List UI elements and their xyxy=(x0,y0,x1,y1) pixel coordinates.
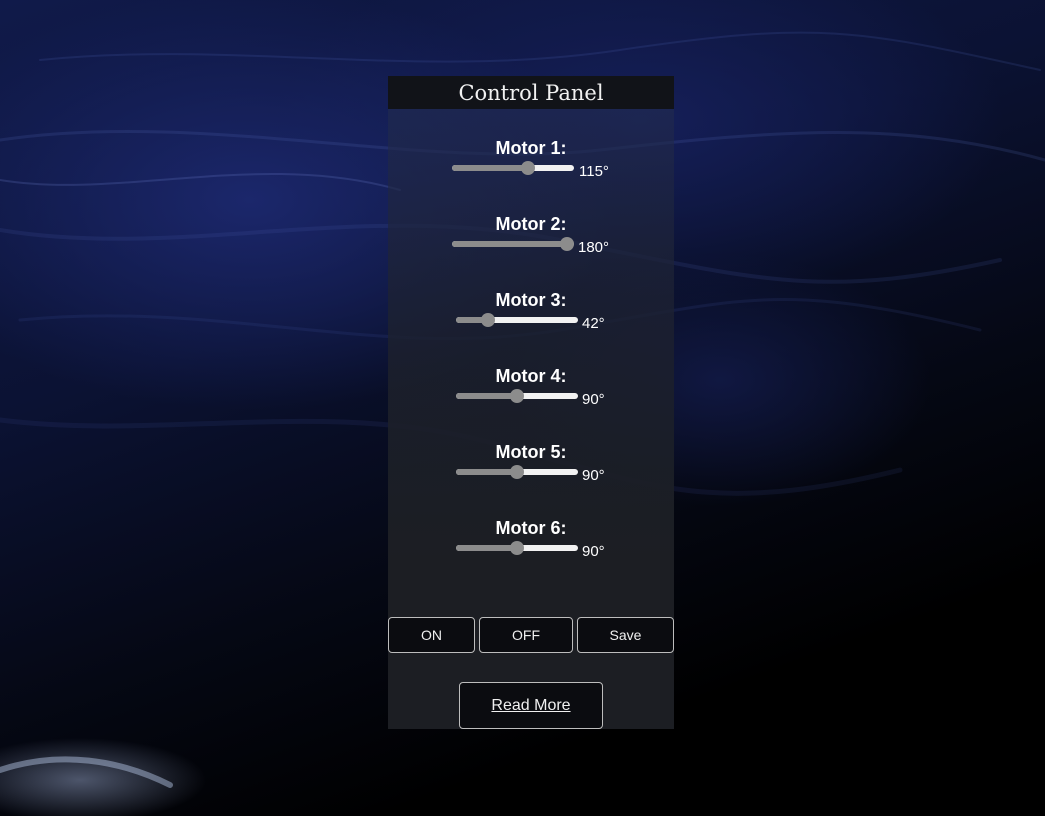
slider-thumb[interactable] xyxy=(510,465,524,479)
motor-value: 90° xyxy=(582,543,605,560)
slider-thumb[interactable] xyxy=(560,237,574,251)
slider-fill xyxy=(456,393,517,399)
panel-header: Control Panel xyxy=(388,76,674,109)
motor-slider[interactable] xyxy=(456,389,578,403)
slider-fill xyxy=(452,241,567,247)
motor-control-2: Motor 2: 180° xyxy=(388,214,674,274)
save-button[interactable]: Save xyxy=(577,617,674,653)
motor-value: 180° xyxy=(578,239,610,256)
on-button[interactable]: ON xyxy=(388,617,475,653)
control-panel: Control Panel Motor 1: 115° Motor 2: 180… xyxy=(388,76,674,729)
panel-title: Control Panel xyxy=(458,80,604,105)
motor-label: Motor 2: xyxy=(495,214,567,234)
motor-label: Motor 5: xyxy=(495,442,567,462)
motor-control-5: Motor 5: 90° xyxy=(388,442,674,502)
motor-slider[interactable] xyxy=(456,465,578,479)
motor-value: 115° xyxy=(579,163,609,180)
motor-control-4: Motor 4: 90° xyxy=(388,366,674,426)
motor-control-1: Motor 1: 115° xyxy=(388,138,674,198)
motor-value: 90° xyxy=(582,467,605,484)
slider-fill xyxy=(456,469,517,475)
slider-thumb[interactable] xyxy=(521,161,535,175)
motor-label: Motor 4: xyxy=(495,366,567,386)
slider-thumb[interactable] xyxy=(481,313,496,327)
slider-thumb[interactable] xyxy=(510,541,524,555)
motor-slider[interactable] xyxy=(456,541,578,555)
motor-label: Motor 6: xyxy=(495,518,567,538)
motor-slider[interactable] xyxy=(456,313,578,327)
motor-slider[interactable] xyxy=(452,237,574,251)
motor-control-6: Motor 6: 90° xyxy=(388,518,674,578)
slider-fill xyxy=(456,545,517,551)
motor-slider[interactable] xyxy=(452,161,574,175)
motor-value: 90° xyxy=(582,391,605,408)
slider-thumb[interactable] xyxy=(510,389,524,403)
motor-value: 42° xyxy=(582,315,605,332)
motor-label: Motor 3: xyxy=(495,290,567,310)
motor-label: Motor 1: xyxy=(495,138,567,158)
motor-control-3: Motor 3: 42° xyxy=(388,290,674,350)
read-more-button[interactable]: Read More xyxy=(459,682,603,729)
slider-fill xyxy=(452,165,528,171)
off-button[interactable]: OFF xyxy=(479,617,573,653)
